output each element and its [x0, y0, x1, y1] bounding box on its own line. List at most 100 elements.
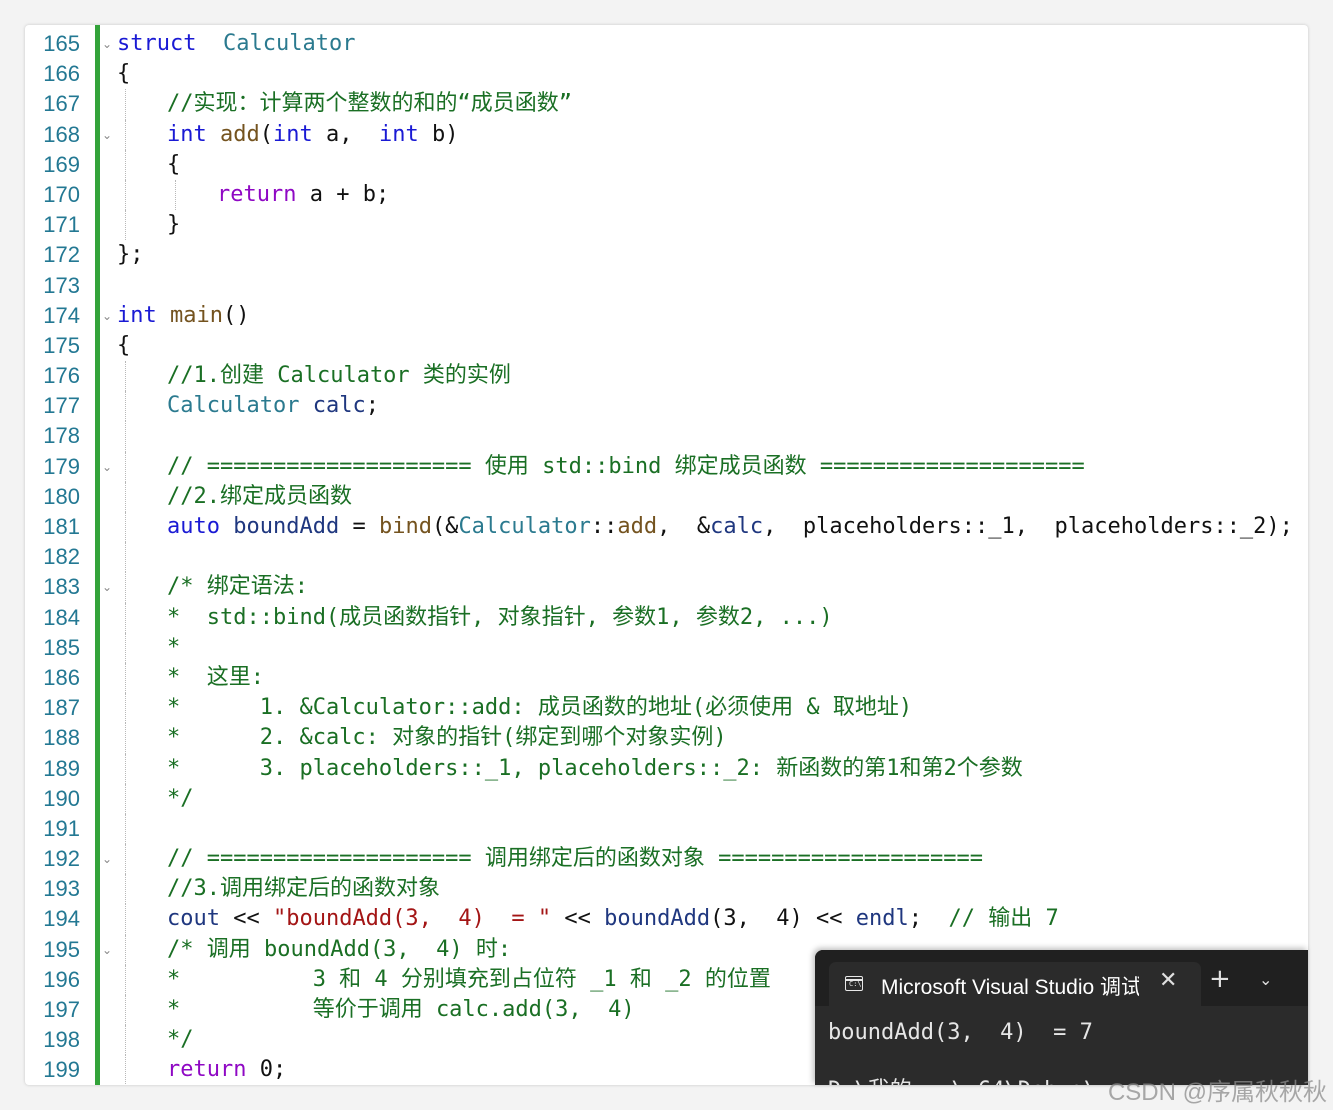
code-line[interactable]: 177 Calculator calc; — [25, 391, 1308, 422]
code-line[interactable]: 191 — [25, 813, 1308, 845]
code-token: , & — [657, 514, 711, 539]
close-tab-icon[interactable]: ✕ — [1159, 968, 1177, 993]
code-text: */ — [117, 784, 194, 814]
debug-console-window[interactable]: C:\ Microsoft Visual Studio 调试控制台 ✕ + ⌄ … — [815, 950, 1308, 1085]
code-token: (& — [431, 514, 459, 539]
line-number: 188 — [43, 725, 80, 751]
code-token: * 这里: — [167, 664, 264, 690]
new-tab-button[interactable]: + — [1209, 966, 1231, 992]
fold-chevron-icon[interactable]: ⌄ — [101, 572, 113, 602]
code-text: * 这里: — [117, 663, 264, 693]
code-token: :: — [590, 514, 618, 539]
line-number: 194 — [43, 906, 80, 932]
line-number: 179 — [43, 453, 80, 479]
code-line[interactable]: 192 ⌄ // ==================== 调用绑定后的函数对象 =… — [25, 844, 1308, 875]
code-line[interactable]: 172}; — [25, 240, 1308, 270]
code-token: () — [222, 302, 250, 328]
code-line[interactable]: 168 ⌄ int add(int a, int b) — [25, 119, 1308, 150]
code-line[interactable]: 189 * 3. placeholders::_1, placeholders::… — [25, 753, 1308, 784]
line-number: 185 — [43, 634, 80, 660]
line-number: 192 — [43, 846, 80, 872]
code-token: * 1. &Calculator::add: 成员函数的地址(必须使用 & 取地… — [167, 695, 913, 721]
code-text: { — [117, 331, 130, 361]
code-line[interactable]: 174 ⌄ int main() — [25, 301, 1308, 331]
fold-chevron-icon[interactable]: ⌄ — [101, 29, 113, 59]
code-line[interactable]: 186 * 这里: — [25, 662, 1308, 694]
code-text: return a + b; — [117, 180, 389, 210]
code-line[interactable]: 178 — [25, 421, 1308, 452]
code-token: int — [378, 121, 419, 147]
code-line[interactable]: 181 auto boundAdd = bind(&Calculator::add… — [25, 512, 1308, 543]
code-line[interactable]: 173 — [25, 271, 1308, 301]
fold-chevron-icon[interactable]: ⌄ — [101, 452, 113, 482]
code-token: a, — [312, 121, 379, 147]
code-line[interactable]: 190 */ — [25, 783, 1308, 814]
code-line[interactable]: 179 ⌄ // ==================== 使用 std::bind… — [25, 451, 1308, 482]
code-line[interactable]: 175 { — [25, 331, 1308, 361]
line-number: 176 — [43, 363, 80, 389]
code-token: main — [170, 302, 223, 328]
code-token: //2.绑定成员函数 — [167, 483, 352, 509]
code-text: struct Calculator — [117, 29, 355, 59]
code-text: /* 调用 boundAdd(3, 4) 时: — [117, 935, 511, 965]
code-line[interactable]: 169 { — [25, 149, 1308, 180]
code-token: // 输出 7 — [948, 906, 1059, 932]
code-line[interactable]: 171} — [25, 210, 1308, 241]
code-text: * std::bind(成员函数指针, 对象指针, 参数1, 参数2, ...) — [117, 603, 833, 633]
line-number: 170 — [43, 181, 80, 207]
code-line[interactable]: 193 //3.调用绑定后的函数对象 — [25, 874, 1308, 905]
code-editor[interactable]: 165 ⌄ struct Calculator 166 {167//实现：计算两个整数的… — [25, 25, 1308, 1085]
code-token: return — [167, 1057, 247, 1083]
line-number: 189 — [43, 755, 80, 781]
line-number: 190 — [43, 785, 80, 811]
code-line[interactable]: 188 * 2. &calc: 对象的指针(绑定到哪个对象实例) — [25, 723, 1308, 754]
code-line[interactable]: 184 * std::bind(成员函数指针, 对象指针, 参数1, 参数2, .… — [25, 602, 1308, 633]
code-line[interactable]: 165 ⌄ struct Calculator — [25, 29, 1308, 59]
code-text: }; — [117, 240, 144, 270]
terminal-output-line-2: D:\我的...\x64\Debug\... — [828, 1072, 1137, 1085]
code-token: * 3 和 4 分别填充到占位符 _1 和 _2 的位置 — [167, 966, 771, 992]
line-number: 166 — [43, 61, 80, 87]
fold-chevron-icon[interactable]: ⌄ — [101, 120, 113, 150]
line-number: 180 — [43, 483, 80, 509]
line-number: 172 — [43, 242, 80, 268]
fold-chevron-icon[interactable]: ⌄ — [101, 935, 113, 965]
tab-dropdown-icon[interactable]: ⌄ — [1259, 970, 1272, 989]
code-line[interactable]: 183 ⌄ /* 绑定语法: — [25, 572, 1308, 603]
code-line[interactable]: 176 //1.创建 Calculator 类的实例 — [25, 361, 1308, 392]
code-token: bind — [378, 514, 432, 539]
code-text: { — [117, 59, 130, 89]
code-line[interactable]: 170 return a + b; — [25, 179, 1308, 211]
code-line[interactable]: 182 — [25, 542, 1308, 573]
code-token: */ — [167, 1027, 194, 1053]
line-number: 168 — [43, 121, 80, 147]
fold-chevron-icon[interactable]: ⌄ — [101, 301, 113, 331]
code-token: * 3. placeholders::_1, placeholders::_2:… — [167, 755, 1023, 781]
code-line[interactable]: 185 * — [25, 632, 1308, 663]
code-token: << — [551, 906, 605, 932]
code-line[interactable]: 166 { — [25, 59, 1308, 89]
code-text: * 2. &calc: 对象的指针(绑定到哪个对象实例) — [117, 723, 727, 753]
code-text: // ==================== 调用绑定后的函数对象 =====… — [117, 844, 983, 874]
line-number: 177 — [43, 393, 80, 419]
code-text: return 0; — [117, 1055, 286, 1085]
code-token: { — [167, 151, 181, 177]
line-number: 174 — [43, 302, 80, 328]
code-text: //2.绑定成员函数 — [117, 482, 352, 512]
fold-chevron-icon[interactable]: ⌄ — [101, 844, 113, 874]
terminal-output-line: boundAdd(3, 4) = 7 — [828, 1020, 1093, 1045]
code-line[interactable]: 167 //实现：计算两个整数的和的“成员函数” — [25, 89, 1308, 120]
code-line[interactable]: 180 //2.绑定成员函数 — [25, 481, 1308, 512]
code-text: //3.调用绑定后的函数对象 — [117, 874, 440, 904]
terminal-tab[interactable]: C:\ Microsoft Visual Studio 调试控制台 ✕ — [829, 962, 1201, 1006]
code-line[interactable]: 194 cout << "boundAdd(3, 4) = " << boundA… — [25, 904, 1308, 935]
code-line[interactable]: 187 * 1. &Calculator::add: 成员函数的地址(必须使用 &… — [25, 693, 1308, 724]
code-text: //1.创建 Calculator 类的实例 — [117, 361, 511, 391]
code-token: // ==================== 使用 std::bind 绑定成… — [167, 453, 1085, 479]
indent-guide — [125, 421, 126, 452]
code-text: int main() — [117, 301, 249, 331]
